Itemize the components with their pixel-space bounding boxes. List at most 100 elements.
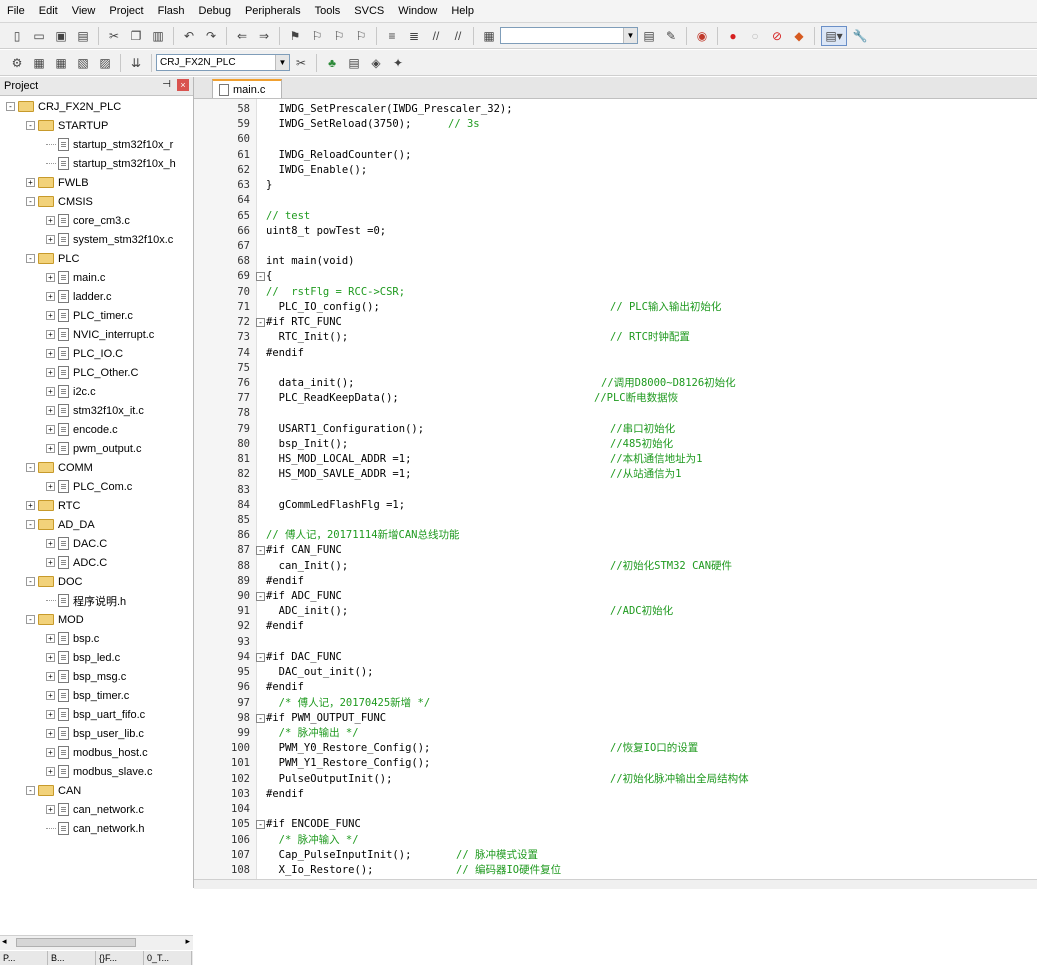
expand-icon[interactable]: + — [46, 311, 55, 320]
collapse-icon[interactable]: - — [26, 463, 35, 472]
menu-edit[interactable]: Edit — [32, 0, 65, 22]
menu-svcs[interactable]: SVCS — [347, 0, 391, 22]
expand-icon[interactable]: + — [46, 368, 55, 377]
tree-file-item[interactable]: + ladder.c — [46, 287, 112, 306]
window-layout-icon[interactable]: ▤▾ — [821, 25, 847, 46]
nav-forward-icon[interactable]: ⇒ — [255, 27, 273, 45]
kill-breakpoints-icon[interactable]: ⊘ — [768, 27, 786, 45]
debug-icon[interactable]: ◉ — [693, 27, 711, 45]
expand-icon[interactable]: + — [46, 634, 55, 643]
tree-folder-item[interactable]: + FWLB — [26, 173, 89, 192]
prev-bookmark-icon[interactable]: ⚐ — [308, 27, 326, 45]
nav-back-icon[interactable]: ⇐ — [233, 27, 251, 45]
expand-icon[interactable]: + — [46, 406, 55, 415]
expand-icon[interactable]: + — [46, 349, 55, 358]
save-all-icon[interactable]: ▤ — [74, 27, 92, 45]
tree-file-item[interactable]: + can_network.c — [46, 800, 144, 819]
target-select[interactable]: CRJ_FX2N_PLC ▼ — [156, 54, 290, 71]
breakpoint-icon[interactable]: ● — [724, 27, 742, 45]
pin-icon[interactable]: ⊣ — [162, 79, 171, 90]
paste-icon[interactable]: ▥ — [149, 27, 167, 45]
tree-folder-item[interactable]: - CRJ_FX2N_PLC — [6, 97, 121, 116]
menu-project[interactable]: Project — [102, 0, 150, 22]
tree-file-item[interactable]: + bsp_user_lib.c — [46, 724, 144, 743]
scroll-left-icon[interactable]: ◂ — [2, 936, 7, 947]
expand-icon[interactable]: + — [46, 805, 55, 814]
fold-toggle-icon[interactable]: - — [256, 546, 265, 555]
fold-toggle-icon[interactable]: - — [256, 272, 265, 281]
tree-file-item[interactable]: + bsp_uart_fifo.c — [46, 705, 145, 724]
build-icon[interactable]: ▦ — [30, 54, 48, 72]
collapse-icon[interactable]: - — [26, 254, 35, 263]
save-icon[interactable]: ▣ — [52, 27, 70, 45]
tree-file-item[interactable]: startup_stm32f10x_r — [46, 135, 173, 154]
expand-icon[interactable]: + — [46, 425, 55, 434]
tree-file-item[interactable]: + PLC_IO.C — [46, 344, 123, 363]
select-packs-icon[interactable]: ▤ — [345, 54, 363, 72]
tree-file-item[interactable]: + bsp_msg.c — [46, 667, 126, 686]
panel-tab[interactable]: B... — [48, 951, 96, 965]
manage-rte-icon[interactable]: ✦ — [389, 54, 407, 72]
tree-folder-item[interactable]: - STARTUP — [26, 116, 108, 135]
tree-horizontal-scrollbar[interactable]: ◂ ▸ — [0, 935, 193, 950]
find-combo[interactable]: ▼ — [500, 27, 638, 44]
fold-toggle-icon[interactable]: - — [256, 592, 265, 601]
tree-file-item[interactable]: + PLC_timer.c — [46, 306, 133, 325]
expand-icon[interactable]: + — [46, 330, 55, 339]
expand-icon[interactable]: + — [46, 235, 55, 244]
menu-window[interactable]: Window — [391, 0, 444, 22]
menu-file[interactable]: File — [0, 0, 32, 22]
tree-file-item[interactable]: + DAC.C — [46, 534, 107, 553]
chevron-down-icon[interactable]: ▼ — [623, 28, 637, 43]
tree-file-item[interactable]: 程序说明.h — [46, 591, 126, 610]
find-icon[interactable]: ▤ — [640, 27, 658, 45]
tree-file-item[interactable]: + core_cm3.c — [46, 211, 130, 230]
incremental-find-icon[interactable]: ✎ — [662, 27, 680, 45]
tree-file-item[interactable]: startup_stm32f10x_h — [46, 154, 176, 173]
expand-icon[interactable]: + — [46, 767, 55, 776]
collapse-icon[interactable]: - — [26, 520, 35, 529]
expand-icon[interactable]: + — [46, 672, 55, 681]
tree-file-item[interactable]: + system_stm32f10x.c — [46, 230, 173, 249]
tree-file-item[interactable]: + bsp_led.c — [46, 648, 120, 667]
panel-tab[interactable]: {}F... — [96, 951, 144, 965]
tree-file-item[interactable]: + bsp_timer.c — [46, 686, 129, 705]
panel-tab[interactable]: P... — [0, 951, 48, 965]
expand-icon[interactable]: + — [46, 539, 55, 548]
fold-toggle-icon[interactable]: - — [256, 714, 265, 723]
disable-breakpoint-icon[interactable]: ○ — [746, 27, 764, 45]
fold-toggle-icon[interactable]: - — [256, 820, 265, 829]
expand-icon[interactable]: + — [26, 178, 35, 187]
tree-file-item[interactable]: + ADC.C — [46, 553, 107, 572]
tree-file-item[interactable]: + pwm_output.c — [46, 439, 141, 458]
tree-file-item[interactable]: + modbus_slave.c — [46, 762, 153, 781]
tab-main-c[interactable]: main.c — [212, 79, 282, 98]
expand-icon[interactable]: + — [46, 387, 55, 396]
expand-icon[interactable]: + — [46, 292, 55, 301]
tree-folder-item[interactable]: - CMSIS — [26, 192, 93, 211]
tree-file-item[interactable]: + main.c — [46, 268, 105, 287]
menu-peripherals[interactable]: Peripherals — [238, 0, 308, 22]
chevron-down-icon[interactable]: ▼ — [275, 55, 289, 70]
pack-installer-icon[interactable]: ◈ — [367, 54, 385, 72]
comment-icon[interactable]: // — [427, 27, 445, 45]
unindent-icon[interactable]: ≣ — [405, 27, 423, 45]
menu-view[interactable]: View — [65, 0, 103, 22]
close-icon[interactable]: × — [177, 79, 189, 91]
download-icon[interactable]: ⇊ — [127, 54, 145, 72]
copy-icon[interactable]: ❐ — [127, 27, 145, 45]
expand-icon[interactable]: + — [46, 691, 55, 700]
translate-icon[interactable]: ⚙ — [8, 54, 26, 72]
collapse-icon[interactable]: - — [26, 615, 35, 624]
tree-file-item[interactable]: + PLC_Other.C — [46, 363, 138, 382]
expand-icon[interactable]: + — [46, 444, 55, 453]
indent-icon[interactable]: ≡ — [383, 27, 401, 45]
menu-debug[interactable]: Debug — [192, 0, 238, 22]
tree-file-item[interactable]: + PLC_Com.c — [46, 477, 132, 496]
collapse-icon[interactable]: - — [26, 121, 35, 130]
uncomment-icon[interactable]: // — [449, 27, 467, 45]
menu-tools[interactable]: Tools — [308, 0, 348, 22]
scrollbar-thumb[interactable] — [16, 938, 136, 947]
tree-folder-item[interactable]: - MOD — [26, 610, 84, 629]
expand-icon[interactable]: + — [46, 729, 55, 738]
